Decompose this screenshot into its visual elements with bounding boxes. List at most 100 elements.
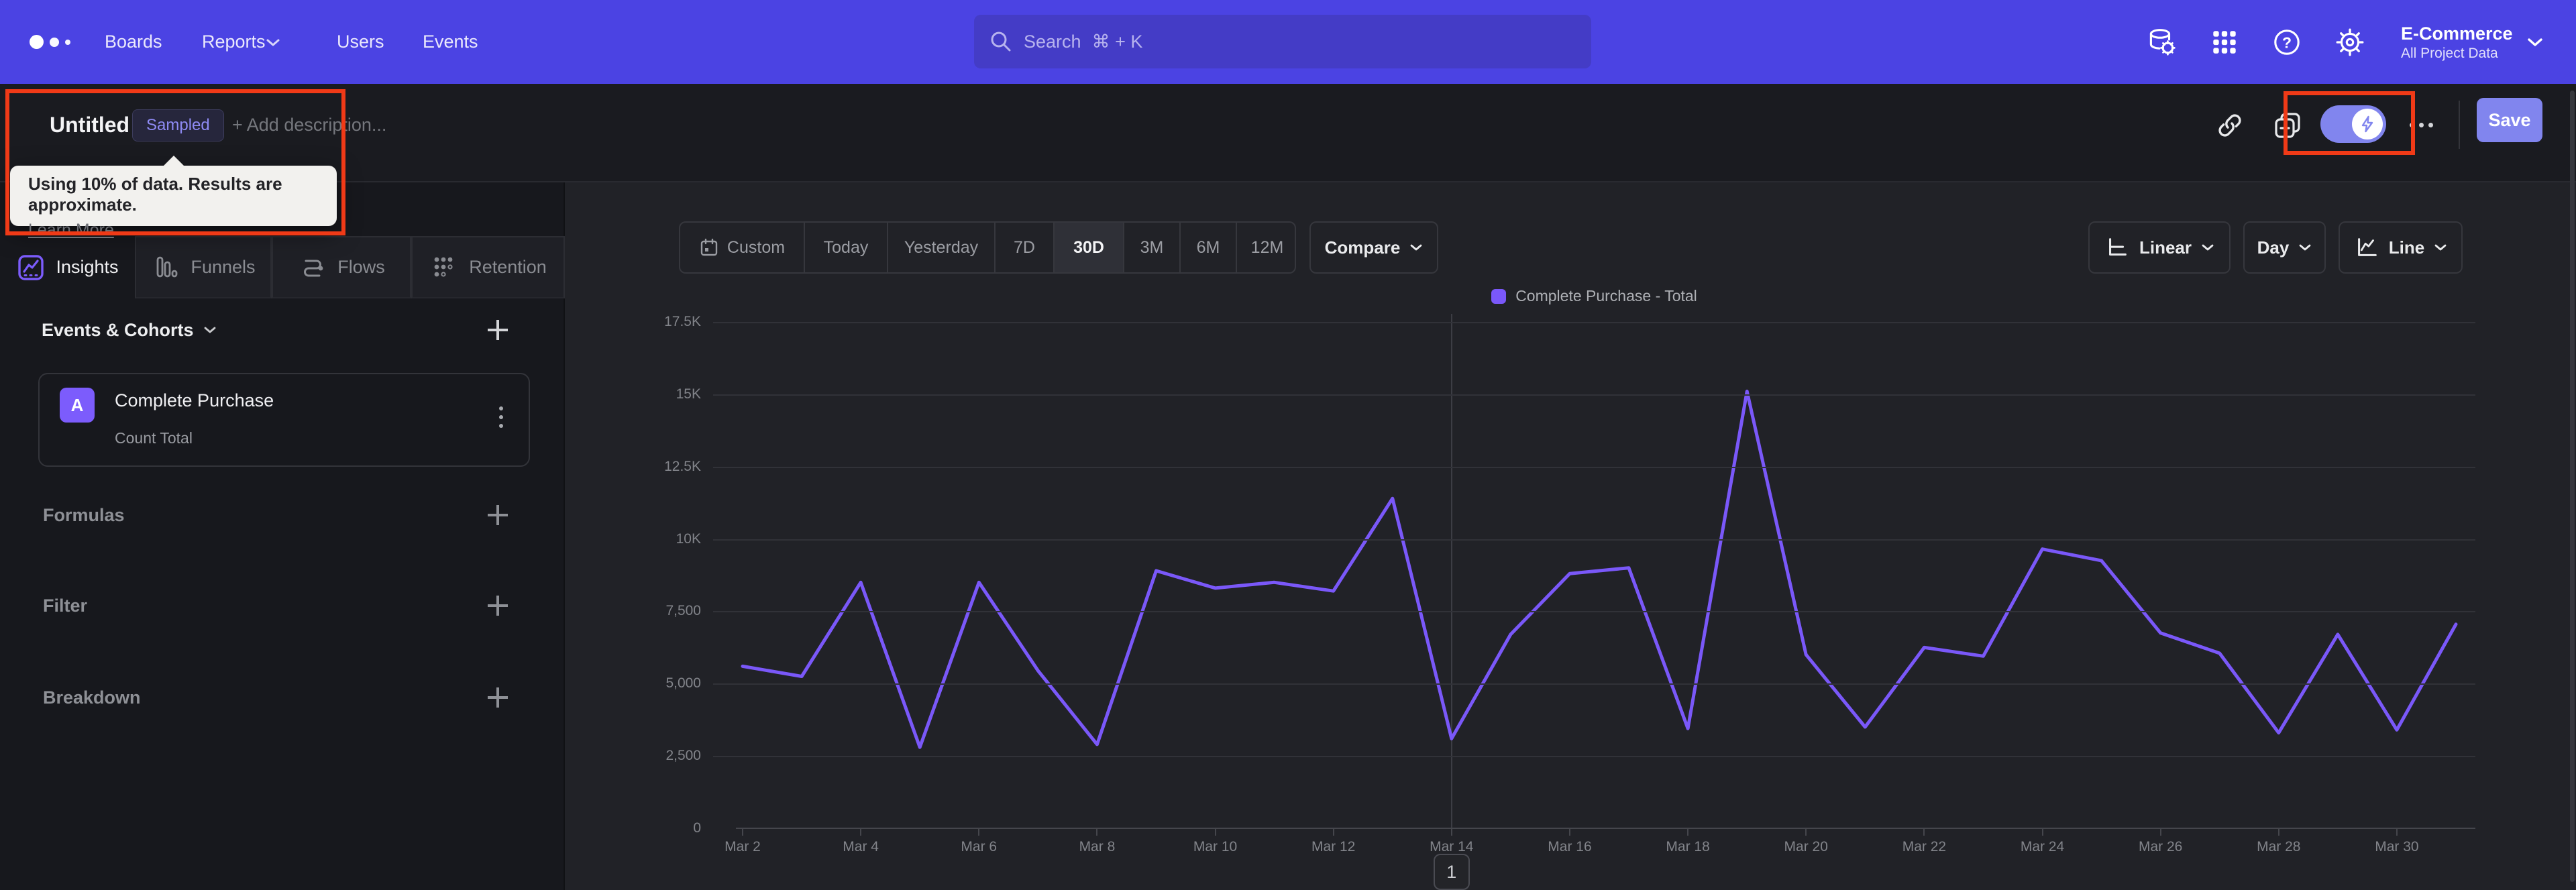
description-placeholder[interactable]: + Add description... [232, 84, 386, 166]
y-tick-label: 12.5K [664, 458, 701, 474]
line-chart-icon [2357, 238, 2377, 256]
mixpanel-logo-icon[interactable] [30, 0, 70, 84]
lightning-bolt-icon [2361, 115, 2373, 133]
add-breakdown-button[interactable] [483, 683, 513, 712]
add-event-button[interactable] [483, 315, 513, 345]
chart-legend: Complete Purchase - Total [713, 287, 2475, 307]
legend-item[interactable]: Complete Purchase - Total [1491, 287, 1697, 305]
search-shortcut: ⌘ + K [1091, 31, 1143, 52]
sampled-badge[interactable]: Sampled [132, 109, 224, 142]
chart-type-dropdown[interactable]: Line [2339, 221, 2463, 274]
x-tick [1450, 828, 1452, 836]
chevron-down-icon [2202, 244, 2214, 251]
data-management-icon[interactable] [2145, 26, 2177, 58]
search-input[interactable]: Search ⌘ + K [974, 15, 1591, 68]
more-options-button[interactable] [2405, 84, 2437, 166]
y-tick-label: 0 [693, 820, 701, 836]
event-card[interactable]: A Complete Purchase Count Total [38, 373, 530, 467]
range-label: 3M [1140, 237, 1164, 257]
gridline [713, 611, 2475, 613]
nav-item-users[interactable]: Users [337, 0, 384, 84]
gridline [713, 539, 2475, 541]
x-tick [1332, 828, 1334, 836]
date-range-selector: Custom Today Yesterday 7D 30D 3M 6M 12M [679, 221, 1296, 274]
range-today[interactable]: Today [804, 223, 887, 272]
settings-gear-icon[interactable] [2334, 26, 2366, 58]
add-formula-button[interactable] [483, 500, 513, 530]
x-tick [742, 828, 743, 836]
x-tick-label: Mar 8 [1079, 839, 1116, 854]
toggle-knob [2352, 109, 2383, 140]
legend-swatch [1491, 288, 1507, 304]
y-tick-label: 2,500 [665, 748, 701, 764]
event-name[interactable]: Complete Purchase [115, 390, 274, 411]
x-tick [1568, 828, 1570, 836]
divider [2459, 101, 2460, 149]
retention-icon [434, 257, 453, 277]
y-tick-label: 15K [676, 386, 701, 402]
nav-item-events[interactable]: Events [423, 0, 478, 84]
nav-item-reports[interactable]: Reports [202, 0, 266, 84]
range-label: 12M [1250, 237, 1284, 257]
x-tick [1805, 828, 1807, 836]
project-switcher[interactable]: E-Commerce All Project Data [2401, 0, 2513, 84]
interval-dropdown[interactable]: Day [2243, 221, 2326, 274]
scrollbar-thumb[interactable] [2570, 91, 2575, 882]
events-cohorts-header[interactable]: Events & Cohorts [42, 315, 217, 345]
breakdown-section: Breakdown [0, 677, 565, 718]
logo-dot [50, 37, 59, 47]
add-to-board-icon[interactable] [2273, 111, 2302, 140]
range-3m[interactable]: 3M [1123, 223, 1179, 272]
range-label: 6M [1196, 237, 1220, 257]
tab-label: Insights [56, 257, 119, 277]
x-tick-label: Mar 6 [961, 839, 998, 854]
range-30d-selected[interactable]: 30D [1053, 223, 1123, 272]
chart-plot: 1 Mar 2 Mar 4 Mar 6 Mar 8 Mar 10 Mar 12 Mar 14… [713, 314, 2475, 890]
chart-type-label: Line [2388, 237, 2425, 258]
range-custom[interactable]: Custom [680, 223, 804, 272]
project-scope: All Project Data [2401, 45, 2498, 61]
tab-retention[interactable]: Retention [411, 236, 565, 298]
tab-insights[interactable]: Insights [0, 236, 135, 298]
scale-dropdown[interactable]: Linear [2088, 221, 2231, 274]
x-tick [978, 828, 980, 836]
range-7d[interactable]: 7D [994, 223, 1053, 272]
x-tick-label: Mar 18 [1666, 839, 1710, 854]
chevron-down-icon [1410, 244, 1422, 251]
range-label: Custom [727, 237, 786, 257]
tab-label: Flows [337, 257, 385, 277]
report-title[interactable]: Untitled [50, 84, 129, 166]
y-axis-labels: 17.5K 15K 12.5K 10K 7,500 5,000 2,500 0 [584, 314, 701, 836]
tab-flows[interactable]: Flows [272, 236, 411, 298]
nav-item-boards[interactable]: Boards [105, 0, 162, 84]
range-12m[interactable]: 12M [1236, 223, 1295, 272]
insights-icon [18, 254, 44, 280]
learn-more-link[interactable]: Learn More [28, 221, 114, 240]
search-icon [991, 32, 1011, 52]
gridline [713, 466, 2475, 468]
share-link-icon[interactable] [2215, 111, 2245, 140]
scale-label: Linear [2139, 237, 2192, 258]
add-filter-button[interactable] [483, 591, 513, 620]
interval-label: Day [2257, 237, 2290, 258]
formulas-section: Formulas [0, 495, 565, 535]
range-6m[interactable]: 6M [1179, 223, 1236, 272]
x-tick [1096, 828, 1098, 836]
range-label: Yesterday [904, 237, 979, 257]
x-tick [2277, 828, 2279, 836]
help-icon[interactable]: ? [2271, 26, 2303, 58]
y-tick-label: 17.5K [664, 314, 701, 329]
svg-text:?: ? [2282, 34, 2292, 51]
gridline [713, 394, 2475, 396]
compare-dropdown[interactable]: Compare [1309, 221, 1438, 274]
tab-funnels[interactable]: Funnels [135, 236, 272, 298]
event-options-button[interactable] [491, 397, 511, 437]
event-aggregation[interactable]: Count Total [115, 429, 193, 447]
annotation-marker-1[interactable]: 1 [1433, 854, 1470, 890]
sampling-toggle[interactable] [2320, 105, 2386, 143]
chevron-down-icon[interactable] [2526, 38, 2544, 48]
save-button[interactable]: Save [2477, 98, 2542, 142]
range-yesterday[interactable]: Yesterday [887, 223, 994, 272]
apps-grid-icon[interactable] [2208, 26, 2241, 58]
x-tick [1214, 828, 1216, 836]
